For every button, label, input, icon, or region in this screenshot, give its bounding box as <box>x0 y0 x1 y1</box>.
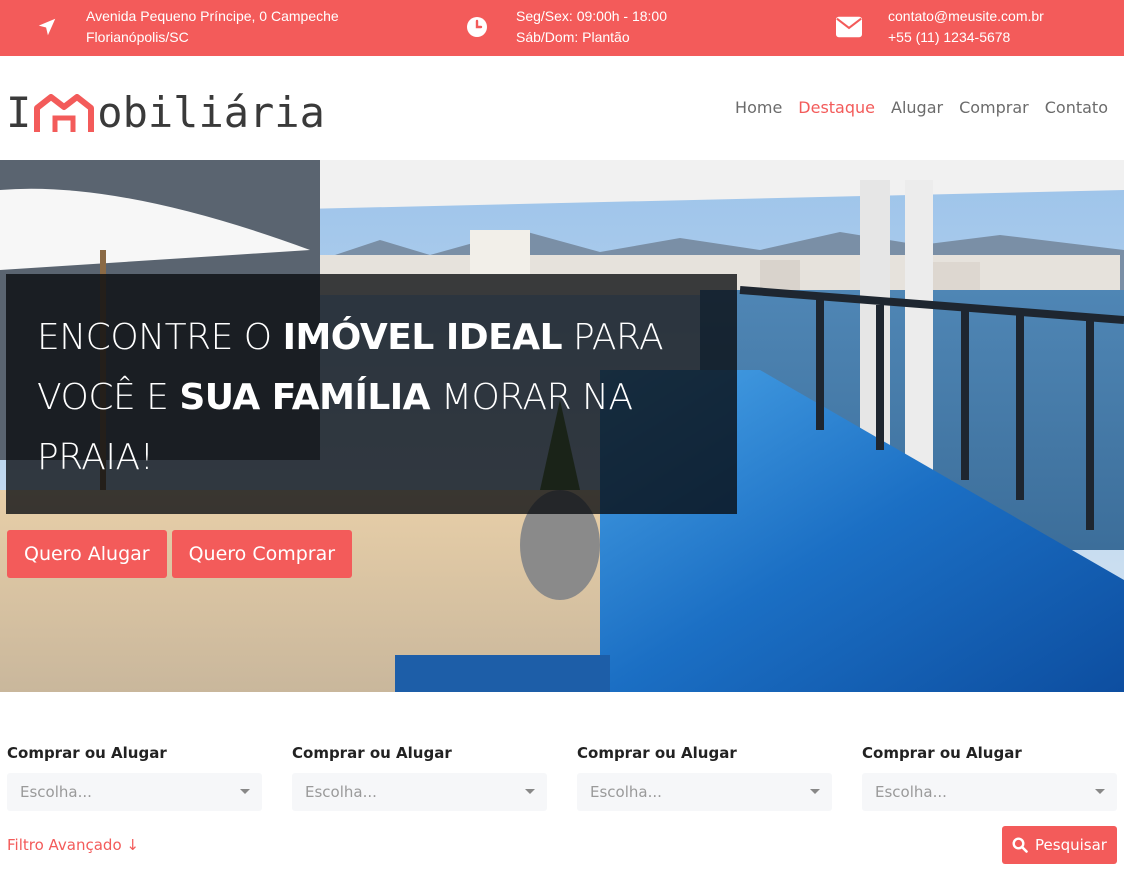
search-icon <box>1012 837 1028 853</box>
address-line-1: Avenida Pequeno Príncipe, 0 Campeche <box>86 8 339 24</box>
hours-weekdays: Seg/Sex: 09:00h - 18:00 <box>516 8 667 24</box>
nav-destaque[interactable]: Destaque <box>798 98 875 117</box>
select-placeholder: Escolha... <box>20 783 92 801</box>
search-button-label: Pesquisar <box>1035 836 1107 854</box>
filter-field-2: Comprar ou Alugar Escolha... <box>292 744 547 811</box>
filter-label: Comprar ou Alugar <box>577 744 737 762</box>
search-button[interactable]: Pesquisar <box>1002 826 1117 864</box>
filter-select[interactable]: Escolha... <box>292 773 547 811</box>
logo-prefix: I <box>6 88 32 137</box>
filter-field-1: Comprar ou Alugar Escolha... <box>7 744 262 811</box>
filter-select[interactable]: Escolha... <box>577 773 832 811</box>
search-filters: Comprar ou Alugar Escolha... Comprar ou … <box>0 692 1124 889</box>
nav-contato[interactable]: Contato <box>1045 98 1108 117</box>
caret-down-icon <box>525 789 535 794</box>
hours-block: Seg/Sex: 09:00h - 18:00 Sáb/Dom: Plantão <box>464 6 667 48</box>
filter-label: Comprar ou Alugar <box>862 744 1022 762</box>
filter-label: Comprar ou Alugar <box>292 744 452 762</box>
clock-icon <box>464 14 490 40</box>
logo-suffix: obiliária <box>97 88 325 137</box>
hero-text-box: ENCONTRE O IMÓVEL IDEAL PARA VOCÊ E SUA … <box>6 274 737 514</box>
nav-comprar[interactable]: Comprar <box>959 98 1029 117</box>
headline-bold-1: IMÓVEL IDEAL <box>282 317 563 358</box>
headline-bold-2: SUA FAMÍLIA <box>179 377 431 418</box>
filter-field-3: Comprar ou Alugar Escolha... <box>577 744 832 811</box>
contact-phone[interactable]: +55 (11) 1234-5678 <box>888 27 1044 48</box>
buy-button[interactable]: Quero Comprar <box>171 530 353 578</box>
hero-banner: ENCONTRE O IMÓVEL IDEAL PARA VOCÊ E SUA … <box>0 160 1124 692</box>
hero-headline: ENCONTRE O IMÓVEL IDEAL PARA VOCÊ E SUA … <box>37 308 717 488</box>
main-nav: Home Destaque Alugar Comprar Contato <box>719 98 1108 117</box>
address-block: Avenida Pequeno Príncipe, 0 Campeche Flo… <box>34 6 339 48</box>
site-header: I obiliária Home Destaque Alugar Comprar… <box>0 56 1124 160</box>
select-placeholder: Escolha... <box>875 783 947 801</box>
nav-home[interactable]: Home <box>735 98 782 117</box>
select-placeholder: Escolha... <box>305 783 377 801</box>
caret-down-icon <box>1095 789 1105 794</box>
contact-email[interactable]: contato@meusite.com.br <box>888 6 1044 27</box>
top-info-bar: Avenida Pequeno Príncipe, 0 Campeche Flo… <box>0 0 1124 56</box>
contact-block: contato@meusite.com.br +55 (11) 1234-567… <box>836 6 1044 48</box>
site-logo[interactable]: I obiliária <box>6 90 325 134</box>
headline-part-1: ENCONTRE O <box>37 317 283 358</box>
address-line-2: Florianópolis/SC <box>86 29 189 45</box>
hours-weekend: Sáb/Dom: Plantão <box>516 29 630 45</box>
hero-cta-group: Quero Alugar Quero Comprar <box>7 530 353 578</box>
select-placeholder: Escolha... <box>590 783 662 801</box>
filter-field-4: Comprar ou Alugar Escolha... <box>862 744 1117 811</box>
advanced-filter-link[interactable]: Filtro Avançado ↓ <box>7 836 139 854</box>
filter-label: Comprar ou Alugar <box>7 744 167 762</box>
envelope-icon <box>836 14 862 40</box>
filter-select[interactable]: Escolha... <box>862 773 1117 811</box>
house-icon <box>33 94 95 134</box>
location-arrow-icon <box>34 14 60 40</box>
rent-button[interactable]: Quero Alugar <box>7 530 167 578</box>
filter-select[interactable]: Escolha... <box>7 773 262 811</box>
caret-down-icon <box>240 789 250 794</box>
caret-down-icon <box>810 789 820 794</box>
nav-alugar[interactable]: Alugar <box>891 98 943 117</box>
